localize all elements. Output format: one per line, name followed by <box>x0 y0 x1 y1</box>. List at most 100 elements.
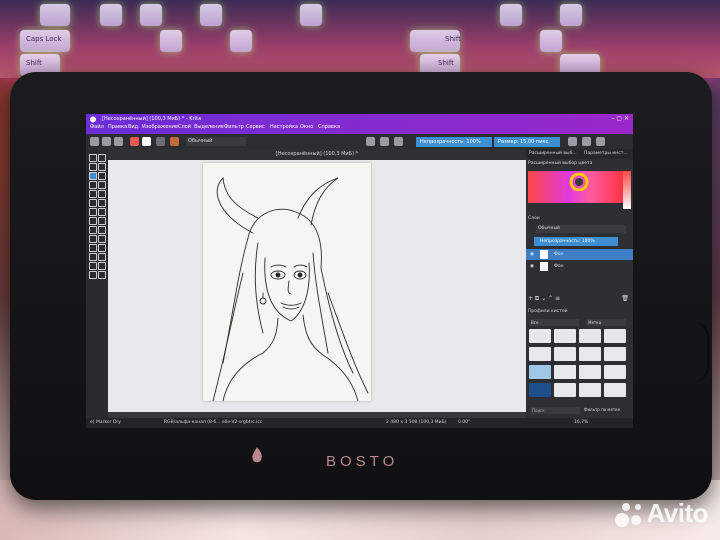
bezier-tool-icon[interactable] <box>89 199 97 207</box>
menu-layer[interactable]: Слой <box>178 124 191 130</box>
polyline-tool-icon[interactable] <box>98 190 106 198</box>
brush-tool-icon[interactable] <box>89 172 97 180</box>
blend-mode-select[interactable]: Обычный <box>186 137 246 146</box>
layer-name: Фон <box>554 264 564 269</box>
polygon-tool-icon[interactable] <box>89 190 97 198</box>
canvas-paper[interactable] <box>203 163 371 402</box>
calligraphy-icon[interactable] <box>98 163 106 171</box>
move-tool-icon[interactable] <box>98 217 106 225</box>
color-wheel-icon[interactable] <box>568 173 590 191</box>
visibility-eye-icon[interactable]: ◉ <box>530 249 534 260</box>
brush-preset[interactable] <box>529 383 551 397</box>
layer-row[interactable]: ◉ Фон <box>526 249 633 260</box>
right-docker-panel: Расширенный выб... Параметры инст... Рас… <box>526 149 633 418</box>
save-icon[interactable] <box>114 137 123 146</box>
gradient-icon[interactable] <box>156 137 165 146</box>
layer-opacity-slider[interactable]: Непрозрачность: 100% <box>534 237 618 246</box>
new-document-icon[interactable] <box>90 137 99 146</box>
brush-preset[interactable] <box>554 365 576 379</box>
ellipse-select-icon[interactable] <box>98 253 106 261</box>
current-brush[interactable]: e) Marker Dry <box>90 418 121 428</box>
color-selector[interactable] <box>528 171 631 203</box>
measure-tool-icon[interactable] <box>98 244 106 252</box>
rect-select-icon[interactable] <box>89 253 97 261</box>
background-color-swatch[interactable] <box>142 137 151 146</box>
key-label-shift: Shift <box>26 59 42 67</box>
color-picker-icon[interactable] <box>89 235 97 243</box>
brush-preset[interactable] <box>554 383 576 397</box>
layer-actions[interactable]: + ⧉ ⌄ ⌃ ≡ <box>528 295 560 303</box>
menu-file[interactable]: Файл <box>90 124 104 130</box>
menu-view[interactable]: Вид <box>128 124 138 130</box>
keyboard-key <box>230 30 252 52</box>
brush-preset[interactable] <box>529 365 551 379</box>
filter-by-tag-checkbox[interactable]: Фильтр по метке <box>584 407 620 412</box>
tab-tool-options[interactable]: Параметры инст... <box>584 149 628 159</box>
menu-filter[interactable]: Фильтр <box>224 124 244 130</box>
opacity-slider[interactable]: Непрозрачность: 100% <box>416 137 492 147</box>
reload-preset-icon[interactable] <box>394 137 403 146</box>
brush-preset[interactable] <box>529 329 551 343</box>
avito-watermark: Avito <box>646 498 708 528</box>
brush-preset[interactable] <box>604 329 626 343</box>
multibrush-icon[interactable] <box>98 208 106 216</box>
layer-blend-select[interactable]: Обычный <box>536 225 626 233</box>
preserve-alpha-icon[interactable] <box>380 137 389 146</box>
mirror-vertical-icon[interactable] <box>582 137 591 146</box>
zoom-level[interactable]: 16,7% <box>574 418 588 428</box>
brush-preset[interactable] <box>579 383 601 397</box>
mirror-horizontal-icon[interactable] <box>568 137 577 146</box>
brush-preset[interactable] <box>579 365 601 379</box>
foreground-color-swatch[interactable] <box>130 137 139 146</box>
gradient-tool-icon[interactable] <box>98 226 106 234</box>
layer-thumbnail <box>540 250 548 259</box>
dynamic-brush-icon[interactable] <box>89 208 97 216</box>
menu-image[interactable]: Изображение <box>142 124 178 130</box>
brush-preset[interactable] <box>579 329 601 343</box>
delete-layer-icon[interactable]: 🗑 <box>621 295 629 302</box>
text-tool-icon[interactable] <box>98 154 106 162</box>
zoom-tool-icon[interactable] <box>89 271 97 279</box>
eraser-icon[interactable] <box>366 137 375 146</box>
select-tool-icon[interactable] <box>89 154 97 162</box>
pattern-icon[interactable] <box>170 137 179 146</box>
wrap-icon[interactable] <box>596 137 605 146</box>
menu-select[interactable]: Выделение <box>194 124 224 130</box>
layer-row[interactable]: ◉ Фон <box>526 261 633 272</box>
window-controls[interactable]: – ▢ ✕ <box>611 115 629 122</box>
brush-preset[interactable] <box>554 347 576 361</box>
brush-preset[interactable] <box>529 347 551 361</box>
recent-colors-strip[interactable] <box>623 171 631 209</box>
brush-preset[interactable] <box>604 347 626 361</box>
open-icon[interactable] <box>102 137 111 146</box>
lasso-select-icon[interactable] <box>89 262 97 270</box>
menu-edit[interactable]: Правка <box>108 124 127 130</box>
brush-preset[interactable] <box>579 347 601 361</box>
magic-wand-icon[interactable] <box>98 262 106 270</box>
brush-tag-select[interactable]: Метка <box>586 319 626 326</box>
tab-advanced-color[interactable]: Расширенный выб... <box>529 149 577 159</box>
menu-tools[interactable]: Сервис <box>246 124 265 130</box>
brush-search-input[interactable]: Поиск <box>530 407 580 414</box>
edit-shapes-icon[interactable] <box>89 163 97 171</box>
rectangle-tool-icon[interactable] <box>89 181 97 189</box>
line-tool-icon[interactable] <box>98 172 106 180</box>
freehand-path-icon[interactable] <box>98 199 106 207</box>
visibility-eye-icon[interactable]: ◉ <box>530 261 534 272</box>
assistant-tool-icon[interactable] <box>89 244 97 252</box>
brush-preset[interactable] <box>554 329 576 343</box>
document-tab[interactable]: [Несохранённый] (100,3 МиБ) * <box>108 149 526 160</box>
brush-filter-select[interactable]: Все <box>529 319 579 326</box>
fill-tool-icon[interactable] <box>98 235 106 243</box>
crop-tool-icon[interactable] <box>89 226 97 234</box>
pan-tool-icon[interactable] <box>98 271 106 279</box>
ellipse-tool-icon[interactable] <box>98 181 106 189</box>
canvas-area[interactable] <box>108 160 526 412</box>
brush-preset[interactable] <box>604 383 626 397</box>
transform-tool-icon[interactable] <box>89 217 97 225</box>
menu-help[interactable]: Справка <box>318 124 340 130</box>
size-slider[interactable]: Размер: 15,00 пикс. <box>494 137 560 147</box>
menu-window[interactable]: Окно <box>300 124 313 130</box>
brush-preset[interactable] <box>604 365 626 379</box>
menu-settings[interactable]: Настройка <box>270 124 298 130</box>
